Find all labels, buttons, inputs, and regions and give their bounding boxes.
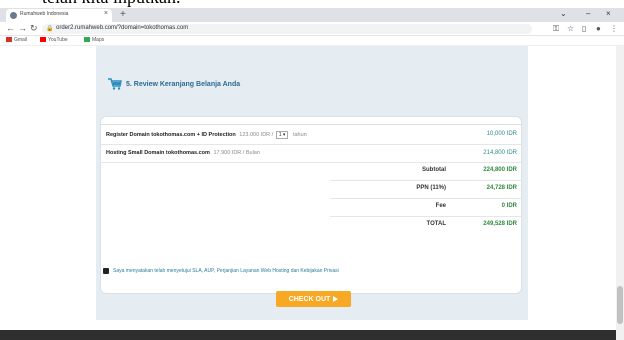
bookmark-gmail[interactable]: Gmail bbox=[6, 37, 27, 43]
bookmark-gmail-label: Gmail bbox=[14, 37, 28, 43]
divider bbox=[101, 124, 521, 125]
row-divider bbox=[101, 162, 521, 163]
total-label: TOTAL bbox=[426, 221, 446, 227]
fee-value: 0 IDR bbox=[501, 203, 517, 209]
browser-tab-bar: Rumahweb Indonesia × + ⌄ – × bbox=[0, 8, 624, 22]
tax-label: PPN (11%) bbox=[416, 185, 446, 191]
summary-divider bbox=[330, 198, 521, 199]
bookmark-maps[interactable]: Maps bbox=[84, 37, 104, 43]
period-select[interactable]: 1 ▾ bbox=[275, 131, 289, 139]
item-meta: 123.000 IDR / bbox=[239, 132, 274, 138]
tab-close-icon[interactable]: × bbox=[104, 10, 108, 17]
favicon-icon bbox=[10, 12, 17, 19]
close-window-icon[interactable]: × bbox=[606, 9, 611, 18]
bookmark-youtube[interactable]: YouTube bbox=[40, 37, 68, 43]
item-price: 10,000 IDR bbox=[486, 131, 517, 137]
tab-search-icon[interactable]: ⌄ bbox=[560, 9, 567, 18]
page-content: 5. Review Keranjang Belanja Anda Registe… bbox=[0, 46, 624, 340]
tab-title: Rumahweb Indonesia bbox=[20, 11, 69, 17]
cart-item-domain: Register Domain tokothomas.com + ID Prot… bbox=[106, 131, 307, 139]
agreement-text[interactable]: Saya menyatakan telah menyetujui SLA, AU… bbox=[113, 268, 339, 274]
summary-divider bbox=[330, 216, 521, 217]
item-meta-unit: tahun bbox=[292, 132, 307, 138]
checkout-label: CHECK OUT bbox=[288, 295, 331, 303]
sidepanel-icon[interactable]: ▯ bbox=[582, 24, 586, 33]
total-value: 249,528 IDR bbox=[483, 221, 517, 227]
play-arrow-icon bbox=[333, 296, 339, 302]
url-field[interactable]: 🔒 order2.rumahweb.com/?domain=tokothomas… bbox=[42, 24, 532, 34]
bookmark-maps-label: Maps bbox=[92, 37, 105, 43]
subtotal-label: Subtotal bbox=[422, 167, 446, 173]
cart-item-hosting: Hosting Small Domain tokothomas.com 17.9… bbox=[106, 150, 260, 156]
url-text: order2.rumahweb.com/?domain=tokothomas.c… bbox=[56, 25, 189, 31]
caption-strip: telah kita inputkan. bbox=[0, 0, 624, 8]
back-icon[interactable]: ← bbox=[6, 23, 15, 33]
row-divider bbox=[101, 144, 521, 145]
section-header: 5. Review Keranjang Belanja Anda bbox=[108, 78, 240, 90]
forward-icon[interactable]: → bbox=[18, 23, 27, 33]
shopping-cart-icon bbox=[108, 78, 122, 90]
gmail-icon bbox=[6, 37, 12, 43]
reload-icon[interactable]: ↻ bbox=[30, 23, 38, 34]
summary-divider bbox=[330, 180, 521, 181]
tax-value: 24,728 IDR bbox=[486, 185, 517, 191]
page-footer bbox=[0, 330, 616, 340]
menu-icon[interactable]: ⋮ bbox=[610, 24, 618, 33]
star-icon[interactable]: ☆ bbox=[567, 24, 574, 33]
minimize-icon[interactable]: – bbox=[586, 9, 590, 18]
browser-tab[interactable]: Rumahweb Indonesia × bbox=[6, 9, 112, 22]
scrollbar[interactable] bbox=[616, 46, 624, 340]
checkout-button[interactable]: CHECK OUT bbox=[276, 291, 351, 307]
bookmarks-bar: Gmail YouTube Maps bbox=[0, 36, 624, 46]
fee-label: Fee bbox=[435, 203, 446, 209]
maps-icon bbox=[84, 37, 90, 43]
profile-icon[interactable]: ● bbox=[596, 24, 601, 33]
youtube-icon bbox=[40, 37, 46, 43]
item-name: Hosting Small Domain tokothomas.com bbox=[106, 150, 210, 156]
scrollbar-thumb[interactable] bbox=[617, 286, 623, 324]
key-icon[interactable]: ⚿ bbox=[553, 24, 559, 34]
agreement-checkbox[interactable] bbox=[103, 268, 109, 274]
item-price: 214,800 IDR bbox=[483, 150, 517, 156]
agreement-row: Saya menyatakan telah menyetujui SLA, AU… bbox=[103, 268, 339, 274]
lock-icon: 🔒 bbox=[46, 26, 54, 32]
section-title: 5. Review Keranjang Belanja Anda bbox=[126, 80, 241, 88]
address-bar-row: ← → ↻ 🔒 order2.rumahweb.com/?domain=toko… bbox=[0, 22, 624, 36]
subtotal-value: 224,800 IDR bbox=[483, 167, 517, 173]
period-select-value: 1 bbox=[278, 132, 282, 138]
item-name: Register Domain tokothomas.com + ID Prot… bbox=[106, 132, 236, 138]
caption-text: telah kita inputkan. bbox=[42, 0, 180, 8]
new-tab-button[interactable]: + bbox=[120, 9, 126, 20]
bookmark-youtube-label: YouTube bbox=[48, 37, 68, 43]
item-meta: 17.900 IDR / Bulan bbox=[213, 150, 260, 156]
